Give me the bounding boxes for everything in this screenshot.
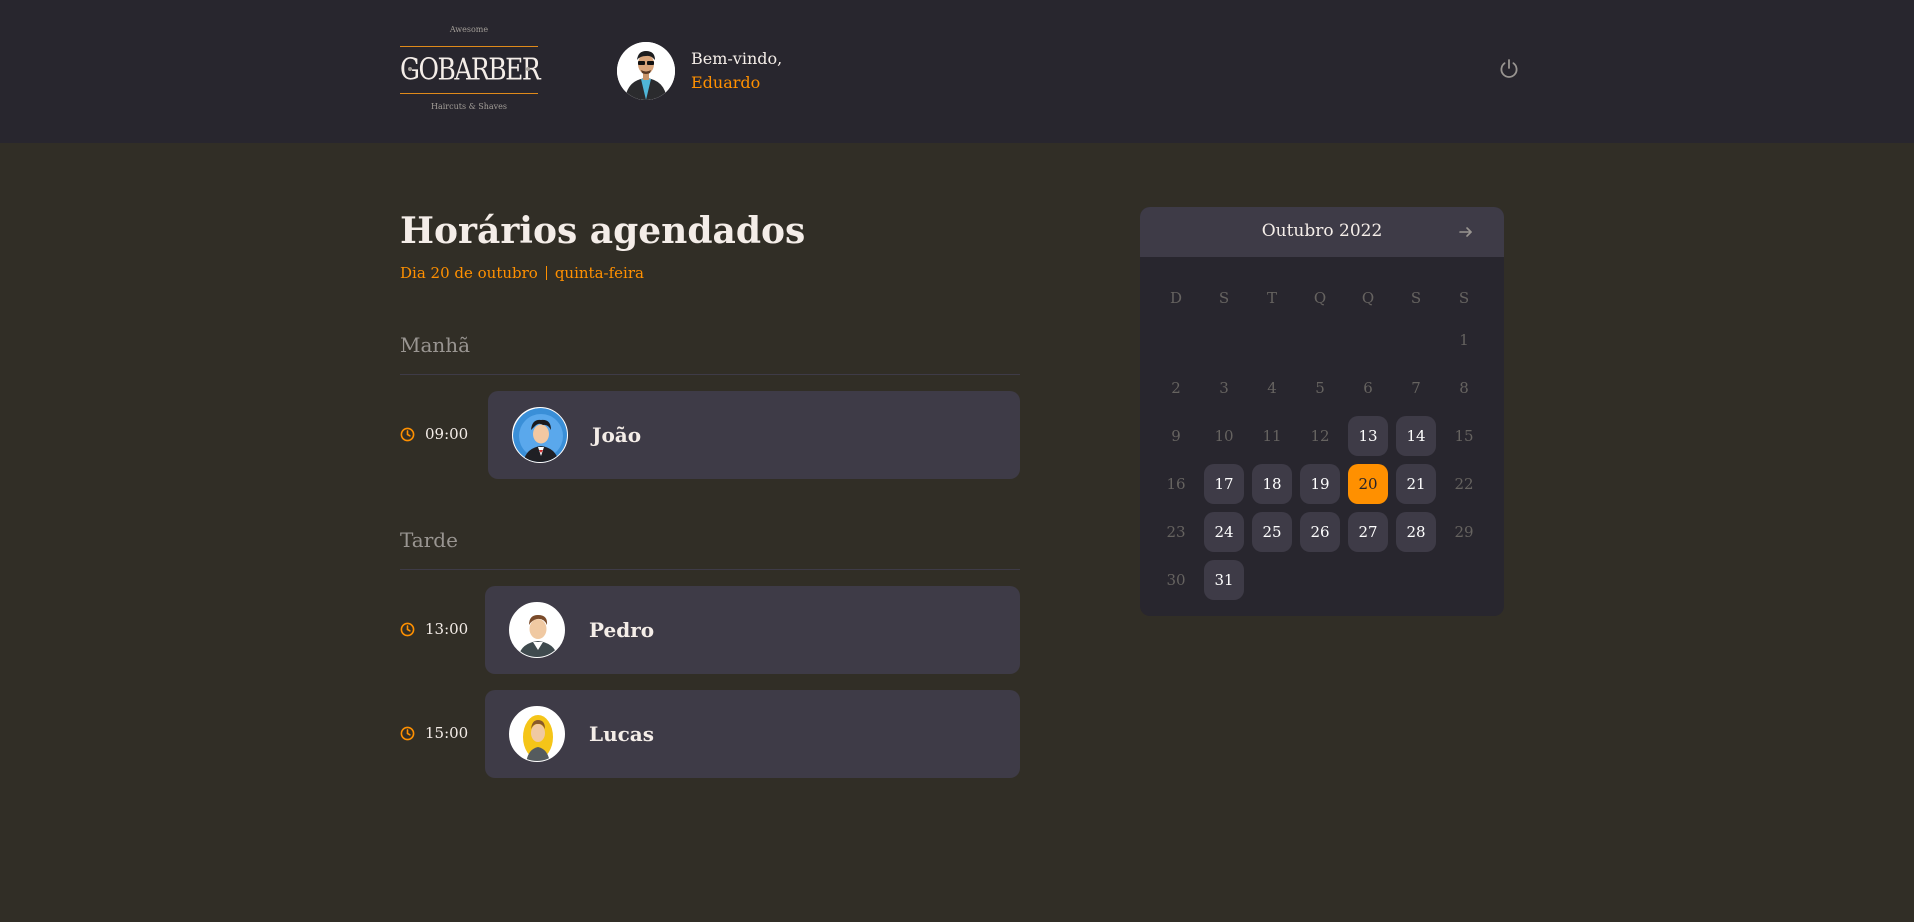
calendar-day[interactable]: 31 [1204, 560, 1244, 600]
user-name-link[interactable]: Eduardo [691, 71, 782, 95]
logo-banner: GOBARBER [400, 46, 541, 94]
weekday-header: S [1218, 289, 1230, 307]
date-separator [545, 266, 547, 280]
clock-icon [400, 622, 415, 636]
calendar-day: 8 [1459, 379, 1469, 397]
calendar-month-title: Outubro 2022 [1261, 221, 1383, 241]
calendar-day: 3 [1219, 379, 1229, 397]
calendar-day: 29 [1454, 523, 1474, 541]
section-title-afternoon: Tarde [400, 528, 458, 552]
calendar-day: 30 [1166, 571, 1186, 589]
calendar-header: Outubro 2022 [1140, 207, 1504, 257]
appointment-card[interactable]: João [488, 391, 1020, 479]
gobarber-logo[interactable]: Awesome GOBARBER Haircuts & Shaves [400, 24, 541, 116]
weekday-header: Q [1313, 289, 1327, 307]
calendar-day[interactable]: 19 [1300, 464, 1340, 504]
client-avatar [512, 407, 568, 463]
calendar-day: 23 [1166, 523, 1186, 541]
calendar-day[interactable]: 14 [1396, 416, 1436, 456]
calendar-day[interactable]: 21 [1396, 464, 1436, 504]
weekday-header: Q [1361, 289, 1375, 307]
calendar-day: 11 [1262, 427, 1282, 445]
logo-dot-right [526, 67, 530, 71]
appointment-card[interactable]: Pedro [485, 586, 1020, 674]
calendar-day: 15 [1454, 427, 1474, 445]
calendar-day[interactable]: 24 [1204, 512, 1244, 552]
calendar-day: 2 [1171, 379, 1181, 397]
calendar-day[interactable]: 13 [1348, 416, 1388, 456]
welcome-text: Bem-vindo, Eduardo [691, 47, 782, 95]
appointment-time-label: 13:00 [425, 620, 469, 638]
calendar-day[interactable]: 17 [1204, 464, 1244, 504]
calendar-day: 10 [1214, 427, 1234, 445]
client-avatar [509, 602, 565, 658]
welcome-label: Bem-vindo, [691, 49, 783, 68]
weekday-header: S [1458, 289, 1470, 307]
appointment-time-label: 09:00 [425, 425, 469, 443]
logo-name: GOBARBER [400, 52, 541, 87]
power-icon[interactable] [1499, 58, 1519, 80]
calendar-day: 7 [1411, 379, 1421, 397]
clock-icon [400, 726, 415, 740]
user-avatar[interactable] [617, 42, 675, 100]
calendar: Outubro 2022 D S T Q Q S S 1 2 3 4 5 6 7 8 9 10 11 12 13 14 1… [1140, 207, 1504, 616]
arrow-right-icon[interactable] [1458, 224, 1474, 240]
section-title-morning: Manhã [400, 333, 471, 357]
appointment-time: 15:00 [400, 724, 468, 742]
weekday-header: D [1169, 289, 1183, 307]
logo-tagline-bottom: Haircuts & Shaves [430, 102, 508, 111]
logo-tagline-top: Awesome [449, 25, 489, 34]
calendar-day: 5 [1315, 379, 1325, 397]
calendar-day: 22 [1454, 475, 1474, 493]
calendar-day: 1 [1459, 331, 1469, 349]
calendar-day[interactable]: 26 [1300, 512, 1340, 552]
appointment-time: 09:00 [400, 425, 468, 443]
calendar-day: 4 [1267, 379, 1277, 397]
appointment-card[interactable]: Lucas [485, 690, 1020, 778]
app-header: Awesome GOBARBER Haircuts & Shaves Bem-v… [0, 0, 1914, 143]
weekday-header: T [1266, 289, 1277, 307]
client-name: João [592, 423, 642, 447]
calendar-day-selected[interactable]: 20 [1348, 464, 1388, 504]
calendar-day: 12 [1310, 427, 1330, 445]
section-divider [400, 569, 1020, 570]
calendar-day[interactable]: 25 [1252, 512, 1292, 552]
client-name: Lucas [589, 722, 654, 746]
calendar-day: 9 [1171, 427, 1181, 445]
page-title: Horários agendados [400, 210, 806, 252]
clock-icon [400, 427, 415, 441]
appointment-time: 13:00 [400, 620, 468, 638]
section-divider [400, 374, 1020, 375]
calendar-day: 16 [1166, 475, 1186, 493]
client-name: Pedro [589, 618, 655, 642]
appointment-time-label: 15:00 [425, 724, 469, 742]
weekday-label: quinta-feira [554, 264, 644, 282]
client-avatar [509, 706, 565, 762]
calendar-day[interactable]: 27 [1348, 512, 1388, 552]
date-label: Dia 20 de outubro [400, 264, 538, 282]
user-profile[interactable]: Bem-vindo, Eduardo [617, 42, 782, 100]
calendar-day[interactable]: 28 [1396, 512, 1436, 552]
selected-date: Dia 20 de outubro quinta-feira [400, 264, 644, 282]
calendar-day[interactable]: 18 [1252, 464, 1292, 504]
calendar-day: 6 [1363, 379, 1373, 397]
weekday-header: S [1410, 289, 1422, 307]
